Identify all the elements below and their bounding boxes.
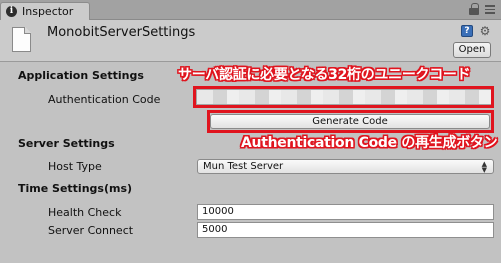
info-icon: i — [6, 6, 17, 17]
server-settings-heading: Server Settings — [18, 137, 115, 150]
help-book-icon[interactable]: ? — [461, 25, 473, 37]
server-connect-input[interactable]: 5000 — [197, 222, 494, 238]
tab-label: Inspector — [22, 5, 74, 18]
gear-icon[interactable]: ⚙ — [479, 25, 491, 37]
inspector-tab[interactable]: i Inspector — [0, 2, 90, 20]
auth-code-annotation: サーバ認証に必要となる32桁のユニークコード — [178, 67, 471, 83]
host-type-label: Host Type — [48, 160, 102, 173]
inspector-tab-bar: i Inspector — [0, 0, 501, 20]
asset-title: MonobitServerSettings — [47, 25, 196, 40]
dropdown-arrow-icon: ▲ ▼ — [481, 160, 487, 174]
host-type-dropdown[interactable]: Mun Test Server ▲ ▼ — [197, 159, 494, 174]
auth-code-highlight-box — [193, 86, 494, 108]
authentication-code-label: Authentication Code — [48, 93, 161, 106]
menu-icon[interactable] — [485, 4, 495, 15]
time-settings-heading: Time Settings(ms) — [18, 182, 133, 195]
tab-actions — [469, 3, 495, 15]
open-button[interactable]: Open — [453, 42, 491, 58]
lock-icon[interactable] — [469, 3, 479, 15]
host-type-value: Mun Test Server — [203, 161, 284, 172]
script-asset-icon — [12, 27, 31, 52]
inspector-header: MonobitServerSettings ? ⚙ Open — [0, 20, 501, 62]
server-connect-label: Server Connect — [48, 224, 134, 237]
generate-code-highlight-box — [207, 110, 494, 133]
generate-code-annotation: Authentication Code の再生成ボタン — [241, 135, 498, 151]
health-check-input[interactable]: 10000 — [197, 204, 494, 220]
health-check-label: Health Check — [48, 206, 122, 219]
application-settings-heading: Application Settings — [18, 69, 144, 82]
